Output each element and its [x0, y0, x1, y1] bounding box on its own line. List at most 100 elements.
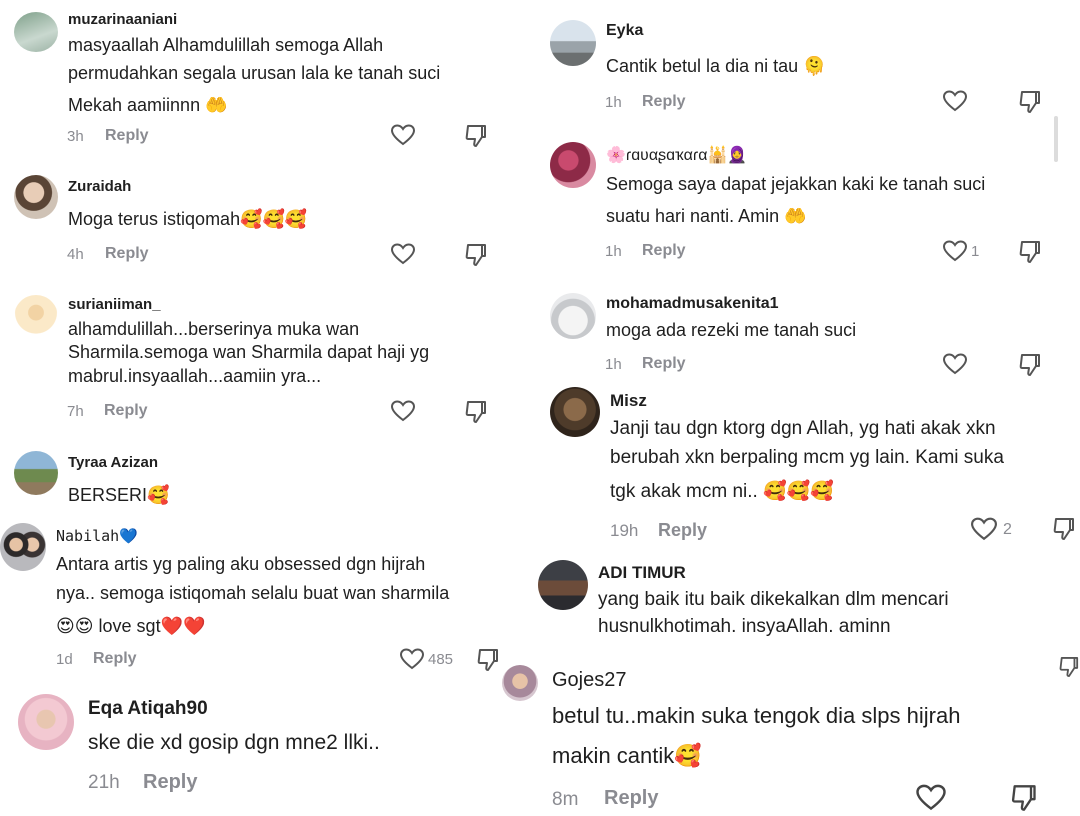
dislike-icon[interactable] [1053, 517, 1075, 541]
reply-button[interactable]: Reply [658, 520, 707, 541]
avatar[interactable] [14, 451, 58, 495]
username[interactable]: 🌸ɾɑʋαʂɑҡαɾα🕌🧕 [606, 145, 747, 165]
username[interactable]: mohamadmusakenita1 [606, 295, 779, 313]
comment-line: alhamdulillah...berserinya muka wan [68, 319, 360, 339]
heart-icon[interactable] [391, 400, 415, 422]
comment-text: Moga terus istiqomah🥰🥰🥰 [68, 206, 488, 234]
avatar[interactable] [18, 694, 74, 750]
heart-icon[interactable] [391, 124, 415, 146]
dislike-icon[interactable] [1019, 240, 1041, 264]
timestamp: 7h [67, 403, 84, 420]
username[interactable]: Eqa Atiqah90 [88, 698, 208, 720]
timestamp: 1h [605, 356, 622, 373]
dislike-icon[interactable] [465, 124, 487, 148]
comment-line: ske die xd gosip dgn mne2 llki.. [88, 731, 380, 754]
timestamp: 1h [605, 243, 622, 260]
comment-line: tgk akak mcm ni.. 🥰🥰🥰 [610, 480, 835, 502]
avatar[interactable] [0, 523, 46, 571]
dislike-icon[interactable] [1011, 784, 1037, 812]
dislike-icon[interactable] [465, 400, 487, 424]
avatar[interactable] [14, 295, 58, 339]
comment-text: Antara artis yg paling aku obsessed dgn … [56, 550, 506, 640]
username[interactable]: Zuraidah [68, 178, 131, 195]
comment-line: moga ada rezeki me tanah suci [606, 320, 857, 340]
avatar[interactable] [550, 142, 596, 188]
comment-line: permudahkan segala urusan lala ke tanah … [68, 62, 441, 83]
username[interactable]: Gojes27 [552, 669, 627, 692]
comment-text: Cantik betul la dia ni tau 🫠 [606, 53, 1046, 81]
comment-text: alhamdulillah...berserinya muka wan Shar… [68, 318, 488, 388]
heart-icon[interactable] [943, 353, 967, 375]
username[interactable]: muzarinaaniani [68, 11, 177, 28]
dislike-icon[interactable] [1019, 353, 1041, 377]
username[interactable]: surianiiman_ [68, 296, 161, 313]
comment-line: betul tu..makin suka tengok dia slps hij… [552, 703, 961, 728]
username[interactable]: Misz [610, 391, 647, 411]
username[interactable]: Nabilah💙 [56, 527, 138, 545]
avatar[interactable] [550, 293, 596, 339]
dislike-icon[interactable] [477, 648, 499, 672]
username[interactable]: ADI TIMUR [598, 563, 686, 583]
reply-button[interactable]: Reply [105, 245, 149, 263]
timestamp: 1d [56, 651, 73, 668]
comment-line: masyaallah Alhamdulillah semoga Allah [68, 35, 384, 55]
comment-text: yang baik itu baik dikekalkan dlm mencar… [598, 587, 1058, 640]
dislike-icon[interactable] [1019, 90, 1041, 114]
avatar[interactable] [14, 12, 58, 52]
avatar[interactable] [550, 387, 600, 437]
reply-button[interactable]: Reply [642, 93, 686, 111]
username[interactable]: Eyka [606, 22, 643, 40]
avatar[interactable] [550, 20, 596, 66]
avatar[interactable] [14, 175, 58, 219]
heart-icon[interactable] [391, 243, 415, 265]
like-count: 485 [428, 651, 454, 668]
heart-icon[interactable] [943, 90, 967, 112]
comment-line: makin cantik🥰 [552, 742, 702, 768]
dislike-icon[interactable] [465, 243, 487, 267]
dislike-icon[interactable] [1059, 655, 1079, 679]
comment-line: Cantik betul la dia ni tau 🫠 [606, 56, 826, 76]
comment-line: husnulkhotimah. insyaAllah. aminn [598, 615, 891, 637]
username[interactable]: Tyraa Azizan [68, 454, 158, 471]
comment-line: Mekah aamiinnn 🤲 [68, 94, 228, 115]
comment-line: Semoga saya dapat jejakkan kaki ke tanah… [606, 174, 986, 194]
heart-icon[interactable] [971, 517, 997, 541]
reply-button[interactable]: Reply [642, 242, 686, 260]
comment-text: masyaallah Alhamdulillah semoga Allah pe… [68, 32, 488, 120]
comment-line: nya.. semoga istiqomah selalu buat wan s… [56, 582, 450, 603]
timestamp: 3h [67, 128, 84, 145]
timestamp: 1h [605, 94, 622, 111]
comment-line: Janji tau dgn ktorg dgn Allah, yg hati a… [610, 418, 996, 439]
comment-text: moga ada rezeki me tanah suci [606, 317, 1046, 345]
reply-button[interactable]: Reply [104, 402, 148, 420]
comment-line: Antara artis yg paling aku obsessed dgn … [56, 554, 426, 574]
comment-text: ske die xd gosip dgn mne2 llki.. [88, 727, 508, 760]
timestamp: 21h [88, 772, 120, 793]
reply-button[interactable]: Reply [604, 787, 658, 810]
comment-line: berubah xkn berpaling mcm yg lain. Kami … [610, 447, 1004, 469]
avatar[interactable] [502, 665, 538, 701]
like-count: 1 [971, 243, 980, 260]
avatar[interactable] [538, 560, 588, 610]
comment-text: Semoga saya dapat jejakkan kaki ke tanah… [606, 168, 1046, 233]
like-count: 2 [1003, 521, 1012, 538]
comment-line: Sharmila.semoga wan Sharmila dapat haji … [68, 342, 430, 363]
heart-icon[interactable] [400, 648, 424, 670]
reply-button[interactable]: Reply [105, 127, 149, 145]
comment-text: betul tu..makin suka tengok dia slps hij… [552, 696, 1052, 775]
reply-button[interactable]: Reply [93, 650, 137, 668]
heart-icon[interactable] [916, 784, 946, 811]
comment-line: suatu hari nanti. Amin 🤲 [606, 206, 807, 227]
comment-line: mabrul.insyaallah...aamiin yra... [68, 365, 322, 386]
comment-text: BERSERI🥰 [68, 482, 488, 510]
reply-button[interactable]: Reply [143, 771, 197, 794]
comment-line: yang baik itu baik dikekalkan dlm mencar… [598, 589, 949, 610]
comment-line: 😍😍 love sgt❤️❤️ [56, 615, 206, 636]
heart-icon[interactable] [943, 240, 967, 262]
timestamp: 4h [67, 246, 84, 263]
comment-text: Janji tau dgn ktorg dgn Allah, yg hati a… [610, 414, 1070, 506]
reply-button[interactable]: Reply [642, 355, 686, 373]
comment-line: Moga terus istiqomah🥰🥰🥰 [68, 209, 308, 229]
timestamp: 19h [610, 521, 639, 540]
scrollbar[interactable] [1054, 116, 1058, 162]
